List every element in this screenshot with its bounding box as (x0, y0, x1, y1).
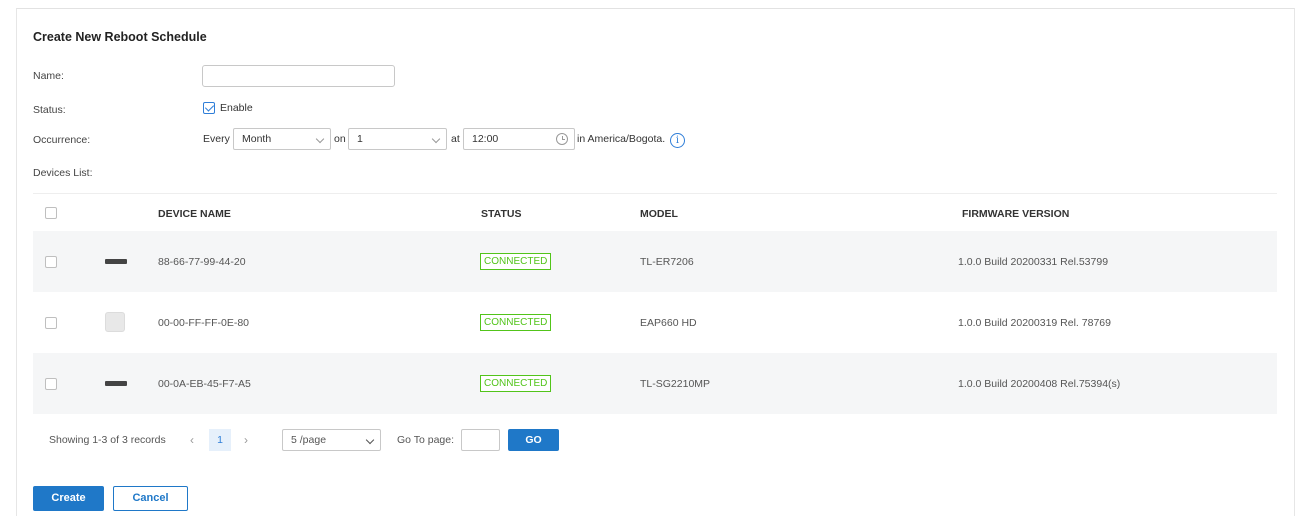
clock-icon (556, 133, 568, 145)
goto-label: Go To page: (397, 434, 455, 446)
devices-list-label: Devices List: (33, 167, 93, 179)
column-header-firmware-version[interactable]: FIRMWARE VERSION (962, 208, 1069, 220)
day-value: 1 (357, 133, 363, 145)
on-label: on (334, 133, 346, 145)
table-header: DEVICE NAME STATUS MODEL FIRMWARE VERSIO… (33, 193, 1277, 231)
device-name: 88-66-77-99-44-20 (158, 256, 246, 268)
enable-checkbox[interactable] (203, 102, 215, 114)
enable-label: Enable (220, 102, 253, 114)
next-page-button[interactable]: › (235, 429, 257, 451)
page-title: Create New Reboot Schedule (33, 30, 207, 44)
switch-icon (105, 381, 127, 386)
firmware-version: 1.0.0 Build 20200319 Rel. 78769 (958, 317, 1111, 329)
status-badge: CONNECTED (480, 375, 552, 392)
name-label: Name: (33, 70, 64, 82)
status-badge: CONNECTED (480, 253, 552, 270)
every-label: Every (203, 133, 230, 145)
at-label: at (451, 133, 460, 145)
status-label: Status: (33, 104, 66, 116)
device-name: 00-00-FF-FF-0E-80 (158, 317, 250, 329)
frequency-value: Month (242, 133, 272, 145)
enable-checkbox-group[interactable]: Enable (203, 102, 253, 114)
records-summary: Showing 1-3 of 3 records (49, 434, 166, 446)
per-page-value: 5 /page (291, 434, 327, 446)
firmware-version: 1.0.0 Build 20200331 Rel.53799 (958, 256, 1109, 268)
prev-page-button[interactable]: ‹ (181, 429, 203, 451)
timezone-text: in America/Bogota. (577, 133, 666, 145)
per-page-select[interactable]: 5 /page (282, 429, 381, 451)
chevron-down-icon (315, 134, 325, 144)
row-checkbox[interactable] (45, 317, 57, 329)
access-point-icon (105, 312, 125, 332)
goto-page-input[interactable] (461, 429, 500, 451)
frequency-select[interactable]: Month (233, 128, 331, 150)
info-icon[interactable]: i (670, 133, 685, 148)
device-model: TL-ER7206 (640, 256, 694, 268)
create-button[interactable]: Create (33, 486, 104, 511)
page-1-button[interactable]: 1 (209, 429, 231, 451)
occurrence-label: Occurrence: (33, 134, 91, 146)
go-button[interactable]: GO (508, 429, 559, 451)
table-row[interactable]: 00-0A-EB-45-F7-A5 CONNECTED TL-SG2210MP … (33, 353, 1277, 414)
status-badge: CONNECTED (480, 314, 552, 331)
time-picker[interactable]: 12:00 (463, 128, 575, 150)
table-row[interactable]: 00-00-FF-FF-0E-80 CONNECTED EAP660 HD 1.… (33, 292, 1277, 353)
column-header-status[interactable]: STATUS (481, 208, 521, 220)
name-input[interactable] (202, 65, 395, 87)
row-checkbox[interactable] (45, 256, 57, 268)
row-checkbox[interactable] (45, 378, 57, 390)
router-icon (105, 259, 127, 264)
firmware-version: 1.0.0 Build 20200408 Rel.75394(s) (958, 378, 1121, 390)
column-header-model[interactable]: MODEL (640, 208, 678, 220)
device-model: EAP660 HD (640, 317, 697, 329)
cancel-button[interactable]: Cancel (113, 486, 188, 511)
select-all-checkbox[interactable] (45, 207, 57, 219)
devices-table: DEVICE NAME STATUS MODEL FIRMWARE VERSIO… (33, 193, 1277, 414)
time-value: 12:00 (472, 133, 499, 145)
chevron-down-icon (431, 134, 441, 144)
device-name: 00-0A-EB-45-F7-A5 (158, 378, 251, 390)
table-row[interactable]: 88-66-77-99-44-20 CONNECTED TL-ER7206 1.… (33, 231, 1277, 292)
column-header-device-name[interactable]: DEVICE NAME (158, 208, 231, 220)
chevron-down-icon (365, 435, 375, 445)
device-model: TL-SG2210MP (640, 378, 711, 390)
day-select[interactable]: 1 (348, 128, 447, 150)
